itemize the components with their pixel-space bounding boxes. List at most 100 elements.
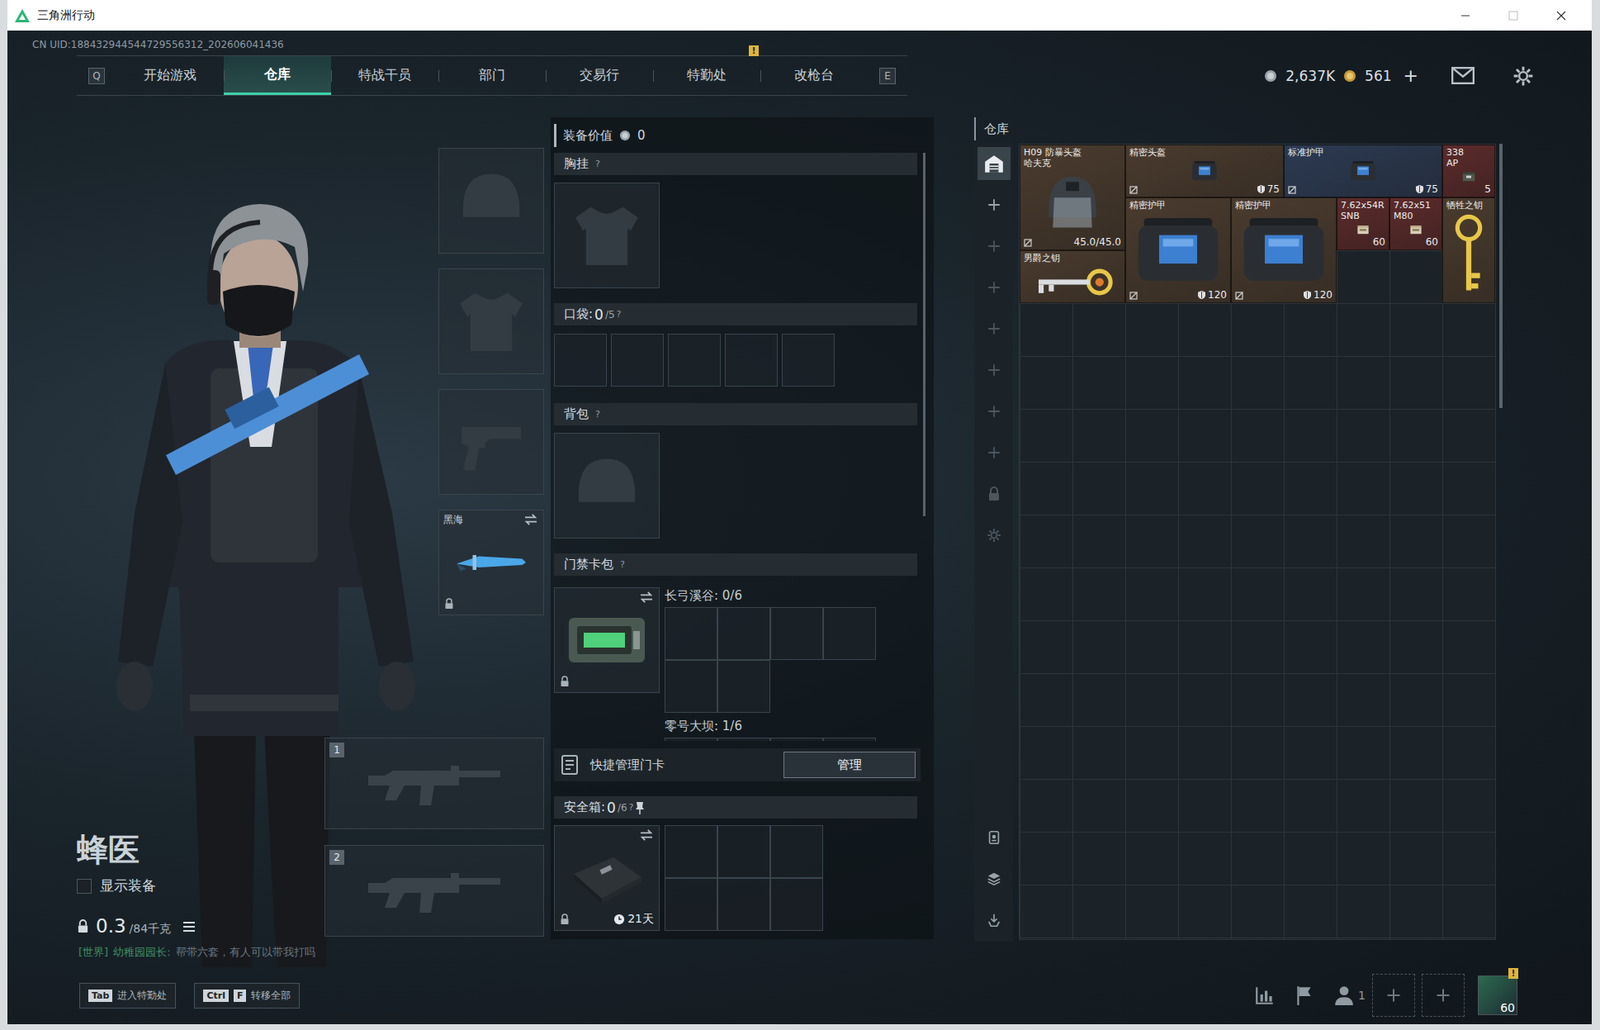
add-currency-button[interactable]: + (1400, 65, 1422, 86)
loadout-panel: 装备价值0胸挂?口袋:0/5?背包?门禁卡包?长弓溪谷: 0/6零号大坝: 1/… (550, 117, 934, 939)
warehouse-item[interactable]: 精密护甲120 (1125, 197, 1231, 303)
melee-slot[interactable]: 黑海 (438, 509, 545, 616)
warehouse-tab[interactable] (977, 820, 1011, 854)
pocket-cell[interactable] (667, 333, 721, 387)
warehouse-item[interactable]: 精密头盔75 (1125, 144, 1284, 198)
keycard-case-slot[interactable] (553, 586, 660, 693)
close-button[interactable] (1537, 0, 1586, 31)
safe-cell[interactable] (770, 824, 824, 878)
keycard-cell[interactable] (717, 737, 771, 741)
safe-cell[interactable] (664, 824, 718, 878)
nav-tab[interactable]: 特勤处! (653, 56, 761, 95)
weapon-slot[interactable]: 2 (324, 844, 545, 937)
manage-button[interactable]: 管理 (783, 751, 916, 778)
pocket-cell[interactable] (724, 333, 778, 387)
item-ammo-icon (1340, 222, 1386, 236)
keycard-cell[interactable] (770, 737, 824, 741)
nav-tab[interactable]: 交易行 (545, 56, 654, 95)
helmet-slot[interactable] (438, 147, 545, 254)
maximize-button[interactable] (1489, 0, 1538, 31)
keycard-cell[interactable] (717, 659, 771, 713)
mail-button[interactable] (1451, 66, 1505, 85)
nav-next-key[interactable]: E (879, 67, 896, 85)
weapon-slot[interactable]: 1 (324, 737, 545, 829)
warehouse-item[interactable]: 标准护甲75 (1283, 144, 1443, 198)
warehouse-item[interactable]: 7.62x54RSNB60 (1336, 197, 1390, 251)
keycard-cell[interactable] (823, 606, 876, 660)
invite-slot[interactable] (1421, 973, 1465, 1017)
safe-case-slot[interactable]: 21天 (553, 824, 660, 931)
backpack-silhouette-icon (569, 448, 644, 523)
nav-tab[interactable]: 仓库 (223, 56, 332, 95)
warehouse-tab[interactable] (977, 312, 1011, 346)
item-ammo-icon (1393, 222, 1439, 236)
help-marker[interactable]: ? (595, 158, 601, 170)
transfer-icon (986, 912, 1002, 928)
pin-button[interactable] (634, 800, 645, 815)
keycard-cell[interactable] (717, 606, 771, 660)
nav-prev-key[interactable]: Q (88, 67, 105, 85)
warehouse-tab[interactable] (977, 146, 1011, 180)
stats-button[interactable] (1254, 984, 1276, 1006)
chat-sender[interactable]: 幼稚园园长: (113, 944, 171, 961)
player-avatar[interactable]: 60! (1477, 975, 1518, 1015)
warehouse-scrollbar[interactable] (1499, 143, 1503, 408)
flag-button[interactable] (1293, 984, 1316, 1006)
show-equipment-toggle[interactable]: 显示装备 (76, 875, 325, 895)
nav-tab[interactable]: 部门 (438, 56, 546, 95)
backpack-slot[interactable] (553, 432, 660, 539)
chest-rig-slot[interactable] (553, 182, 660, 289)
warehouse-item[interactable]: 男爵之钥 (1019, 250, 1126, 303)
shortcut-button[interactable]: Tab进入特勤处 (79, 982, 176, 1009)
warehouse-tab[interactable] (977, 353, 1011, 387)
safe-cell[interactable] (664, 877, 718, 931)
warehouse-item[interactable]: H09 防暴头盔哈夫克45.0/45.0 (1019, 144, 1126, 251)
warehouse-tab[interactable] (977, 903, 1011, 937)
silver-coin-icon (1263, 69, 1278, 83)
item-value-text: 120 (1207, 288, 1227, 301)
safe-cell[interactable] (717, 824, 771, 878)
pocket-cell[interactable] (610, 333, 664, 387)
minimize-button[interactable] (1441, 0, 1490, 31)
warehouse-tab[interactable] (977, 188, 1011, 222)
safe-cell[interactable] (717, 877, 771, 931)
pistol-slot[interactable] (438, 388, 545, 495)
pocket-cell[interactable] (781, 333, 835, 387)
warehouse-tab[interactable] (977, 394, 1011, 428)
help-marker[interactable]: ? (595, 408, 601, 420)
keycard-cell[interactable] (664, 737, 718, 741)
help-marker[interactable]: ? (616, 308, 622, 320)
nav-tab[interactable]: 开始游戏 (116, 56, 224, 95)
invite-slot[interactable] (1372, 973, 1416, 1017)
scrollbar[interactable] (923, 152, 926, 516)
warehouse-tab[interactable] (977, 435, 1011, 469)
warehouse-tab[interactable] (977, 229, 1011, 263)
nav-tab[interactable]: 改枪台 (760, 56, 868, 95)
weight-details-button[interactable] (174, 920, 196, 933)
armor-slot[interactable] (438, 268, 545, 374)
pocket-cell[interactable] (553, 333, 607, 387)
warehouse-tab[interactable] (977, 477, 1011, 511)
help-marker[interactable]: ? (629, 801, 635, 813)
warehouse-tab[interactable] (977, 861, 1011, 895)
ticket-balance: 561 (1364, 67, 1392, 85)
safe-cell[interactable] (770, 877, 824, 931)
list-icon (182, 920, 196, 933)
nav-tab[interactable]: 特战干员 (331, 56, 439, 95)
keycard-cell[interactable] (823, 737, 876, 741)
show-equipment-checkbox[interactable] (76, 878, 92, 894)
safe-max: /6 (617, 801, 628, 814)
keycard-cell[interactable] (664, 659, 718, 713)
help-marker[interactable]: ? (620, 558, 625, 570)
settings-button[interactable] (1512, 65, 1534, 87)
warehouse-tab[interactable] (977, 518, 1011, 552)
friends-button[interactable]: 1 (1333, 984, 1366, 1006)
keycard-cell[interactable] (664, 606, 718, 660)
warehouse-item[interactable]: 338AP5 (1442, 144, 1496, 198)
keycard-cell[interactable] (770, 606, 824, 660)
warehouse-item[interactable]: 牺牲之钥 (1442, 197, 1496, 303)
shortcut-button[interactable]: CtrlF转移全部 (194, 982, 300, 1009)
warehouse-tab[interactable] (977, 270, 1011, 304)
warehouse-item[interactable]: 精密护甲120 (1230, 197, 1337, 303)
warehouse-item[interactable]: 7.62x51M8060 (1389, 197, 1443, 251)
